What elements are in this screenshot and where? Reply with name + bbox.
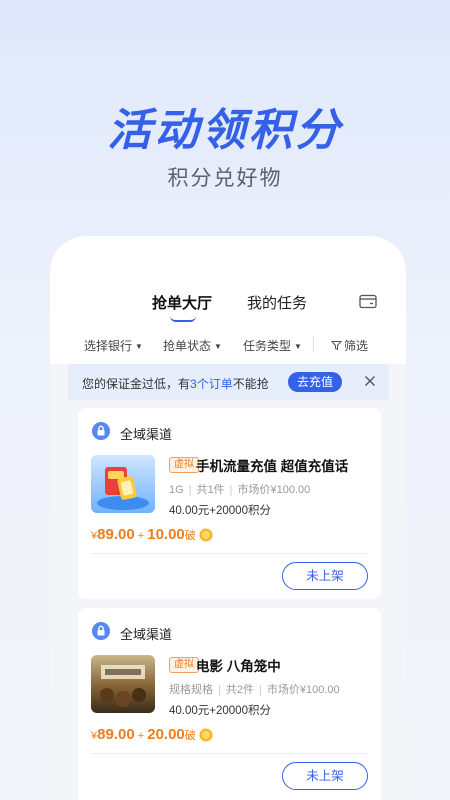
channel-label: 全域渠道 xyxy=(120,627,173,642)
not-listed-button[interactable]: 未上架 xyxy=(282,762,368,790)
price: ¥89.00 + 10.00破 xyxy=(91,526,213,545)
filter-button[interactable]: 筛选 xyxy=(330,337,368,354)
price-detail: 40.00元+20000积分 xyxy=(169,705,271,717)
card-divider xyxy=(91,753,368,754)
filter-task-type[interactable]: 任务类型 ▼ xyxy=(243,337,302,354)
lock-icon xyxy=(92,422,110,445)
coin-icon xyxy=(199,728,213,745)
caret-down-icon: ▼ xyxy=(214,342,222,351)
caret-down-icon: ▼ xyxy=(135,342,143,351)
tab-order-hall[interactable]: 抢单大厅 xyxy=(152,292,212,313)
price: ¥89.00 + 20.00破 xyxy=(91,726,213,745)
virtual-badge: 虚拟 xyxy=(169,657,199,673)
filter-order-status[interactable]: 抢单状态 ▼ xyxy=(163,337,222,354)
filter-funnel-icon xyxy=(330,341,343,351)
filter-divider xyxy=(313,337,314,351)
deposit-notice-bar: 您的保证金过低，有3个订单不能抢 去充值 xyxy=(68,364,389,400)
tab-active-indicator xyxy=(170,316,196,322)
product-image xyxy=(91,455,155,513)
tab-my-tasks[interactable]: 我的任务 xyxy=(247,292,307,313)
virtual-badge: 虚拟 xyxy=(169,457,199,473)
phone-mockup: 抢单大厅 我的任务 选择银行 ▼ 抢单状态 ▼ 任务类型 ▼ 筛选 您的保证金过低，有… xyxy=(50,236,406,800)
order-card[interactable]: 全域渠道 虚拟 电影 八角笼中 规格规格 | 共2件 | 市场价¥100.00 40.0… xyxy=(78,608,381,800)
hero-subtitle: 积分兑好物 xyxy=(167,167,283,190)
coin-icon xyxy=(199,528,213,545)
recharge-button[interactable]: 去充值 xyxy=(288,372,342,392)
not-listed-button[interactable]: 未上架 xyxy=(282,562,368,590)
wallet-icon[interactable] xyxy=(359,294,377,314)
product-title: 电影 八角笼中 xyxy=(196,659,281,674)
card-divider xyxy=(91,553,368,554)
product-meta: 1G | 共1件 | 市场价¥100.00 xyxy=(169,484,311,496)
lock-icon xyxy=(92,622,110,645)
price-detail: 40.00元+20000积分 xyxy=(169,505,271,517)
product-title: 手机流量充值 超值充值话 xyxy=(196,459,349,474)
channel-label: 全域渠道 xyxy=(120,427,173,442)
product-meta: 规格规格 | 共2件 | 市场价¥100.00 xyxy=(169,684,340,696)
notice-text: 您的保证金过低，有3个订单不能抢 xyxy=(82,377,269,391)
movie-poster-image xyxy=(91,655,155,713)
caret-down-icon: ▼ xyxy=(294,342,302,351)
notice-orders-link[interactable]: 3个订单 xyxy=(190,377,233,391)
order-card[interactable]: 全域渠道 虚拟 手机流量充值 超值充值话 1G | 共1件 | 市场价¥100.00 4… xyxy=(78,408,381,599)
hero-title: 活动领积分 xyxy=(107,106,343,155)
filter-bank[interactable]: 选择银行 ▼ xyxy=(84,337,143,354)
close-icon[interactable] xyxy=(364,375,376,390)
